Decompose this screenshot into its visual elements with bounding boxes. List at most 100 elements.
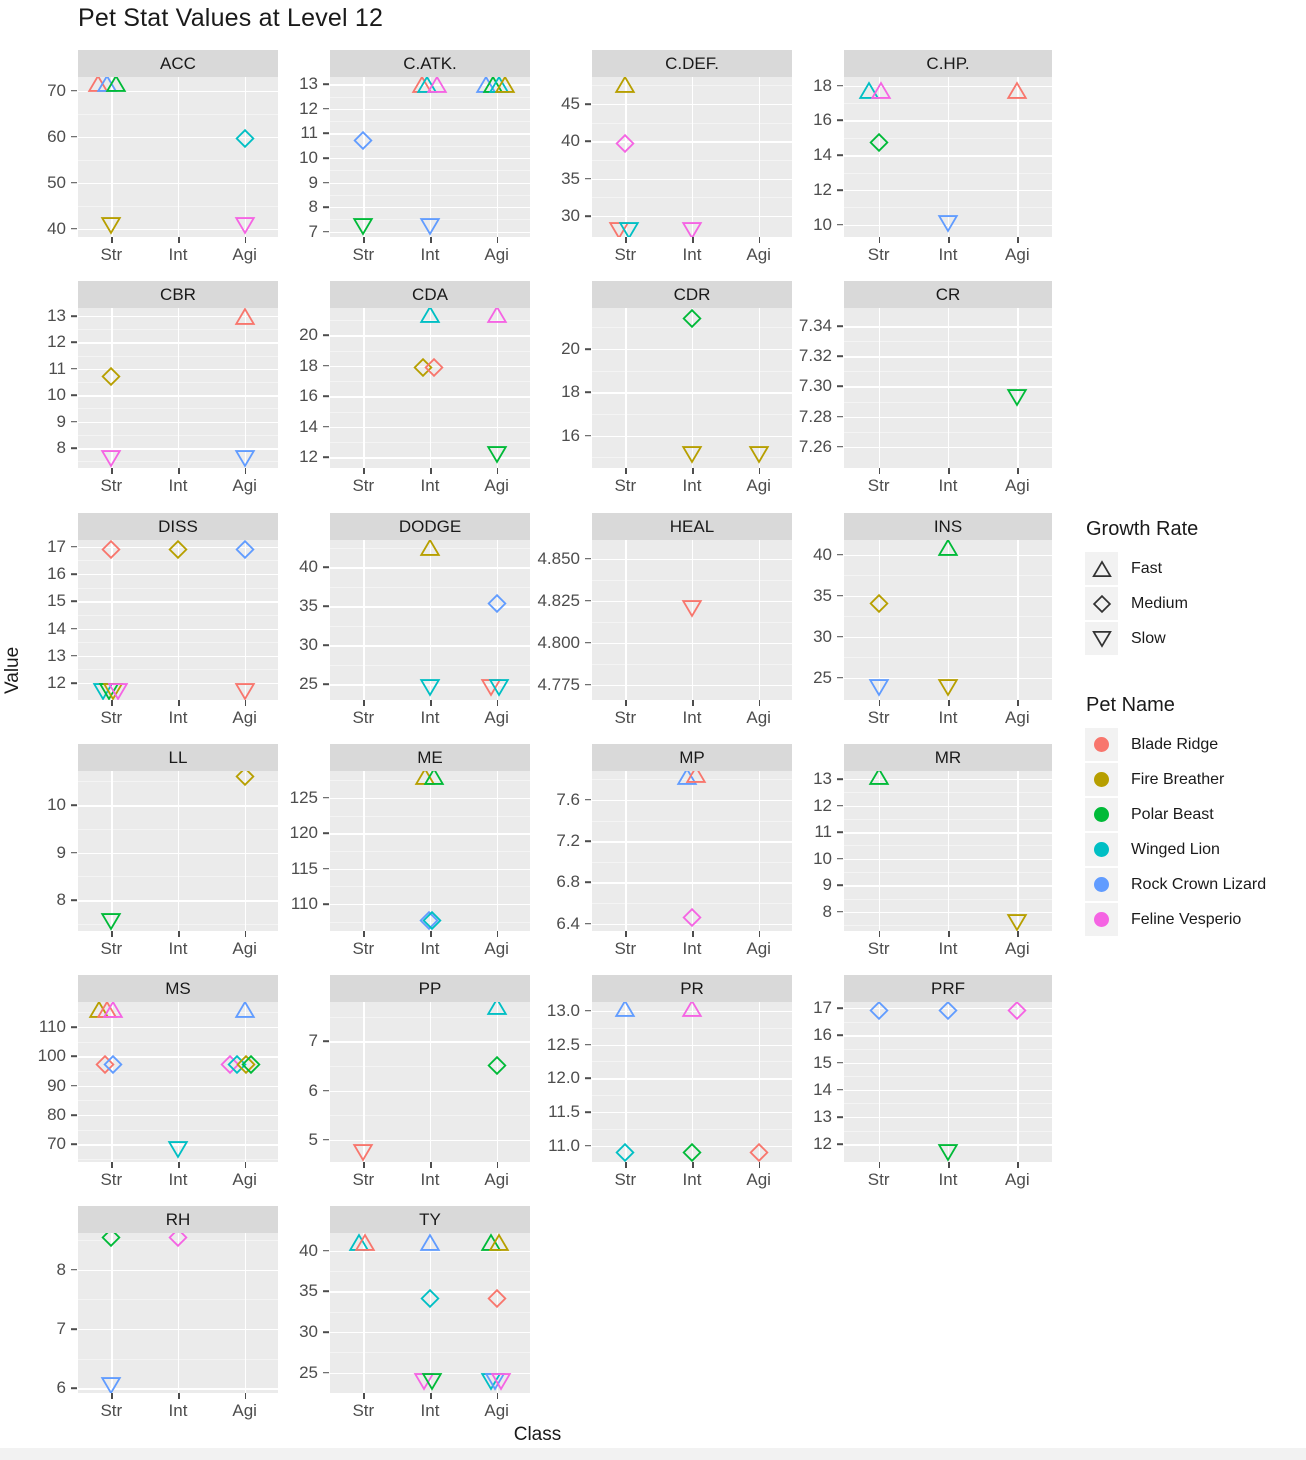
- x-axis-tick-label: Agi: [1005, 708, 1030, 727]
- legend-item-growth-rate[interactable]: Fast: [1085, 551, 1306, 586]
- y-axis-tick-label: 11.5: [548, 1102, 580, 1122]
- y-axis-tick-label: 35: [813, 585, 832, 605]
- y-axis-tick: [71, 447, 77, 449]
- y-axis-tick: [323, 903, 329, 905]
- x-axis-tick: [244, 1162, 247, 1168]
- y-axis-tick-label: 18: [299, 355, 318, 375]
- x-axis-tick-label: Str: [100, 1401, 123, 1420]
- legend-item-growth-rate[interactable]: Medium: [1085, 586, 1306, 621]
- x-axis-tick-label: Str: [352, 476, 375, 495]
- x-axis-tick: [625, 1162, 627, 1168]
- x-axis-tick: [244, 1393, 247, 1399]
- y-axis-tick-label: 30: [299, 635, 318, 655]
- data-point-marker: [1007, 1002, 1028, 1026]
- legend-label: Fast: [1131, 559, 1163, 577]
- x-axis-tick-label: Agi: [484, 1170, 509, 1189]
- y-axis-tick-label: 16: [813, 1025, 832, 1045]
- x-axis-tick: [1017, 237, 1019, 243]
- data-point-marker: [419, 216, 441, 237]
- legend-pet-name: Pet Name Blade Ridge Fire Breather Polar B…: [1085, 694, 1306, 937]
- data-point-marker: [486, 1288, 507, 1314]
- legend-item-pet-name[interactable]: Fire Breather: [1085, 762, 1306, 797]
- x-axis-tick: [878, 1162, 881, 1168]
- y-axis-tick: [323, 605, 329, 608]
- x-axis-tick: [878, 700, 881, 706]
- x-axis-tick-label: Agi: [484, 245, 509, 264]
- color-swatch-icon: [1085, 763, 1118, 796]
- gridline-vertical: [948, 540, 950, 700]
- facet-strip-label: RH: [78, 1206, 278, 1233]
- gridline-vertical: [178, 77, 180, 237]
- plot-area: [844, 308, 1052, 468]
- data-point-marker: [102, 1054, 123, 1080]
- y-axis-tick: [323, 456, 329, 459]
- x-axis-tick-label: Int: [420, 1170, 440, 1189]
- x-axis-tick: [692, 700, 694, 706]
- x-axis-tick: [244, 468, 247, 474]
- x-axis-tick: [178, 700, 180, 706]
- data-point-marker: [868, 1002, 889, 1026]
- data-point-marker: [423, 771, 445, 792]
- gridline-vertical: [625, 1002, 627, 1162]
- data-point-marker: [100, 448, 122, 468]
- y-axis-tick: [837, 189, 843, 191]
- y-axis-tick: [585, 177, 591, 180]
- x-axis-tick-label: Int: [682, 1170, 702, 1189]
- data-point-marker: [105, 77, 127, 99]
- y-axis-tick: [323, 334, 329, 337]
- x-axis-tick: [758, 1162, 761, 1168]
- data-point-marker: [614, 77, 636, 100]
- y-axis-tick-label: 14: [813, 1079, 832, 1099]
- facet-strip-label: HEAL: [592, 513, 792, 540]
- legend-item-pet-name[interactable]: Feline Vesperio: [1085, 902, 1306, 937]
- x-axis-tick: [692, 468, 694, 474]
- data-point-marker: [618, 220, 640, 237]
- x-axis-tick: [430, 1162, 432, 1168]
- x-axis-tick: [111, 700, 113, 706]
- legend-item-pet-name[interactable]: Winged Lion: [1085, 832, 1306, 867]
- gridline-vertical: [878, 540, 881, 700]
- y-axis-tick: [71, 627, 77, 630]
- x-axis-tick-label: Str: [352, 1401, 375, 1420]
- y-axis-tick-label: 14: [813, 145, 832, 165]
- data-point-marker: [868, 771, 890, 792]
- y-axis-tick: [323, 1040, 329, 1043]
- gridline-vertical: [692, 1002, 694, 1162]
- data-point-marker: [486, 444, 508, 468]
- facet-grid: ACC 40 50 60 70 Str Int Agi C.ATK. 7 8 9 10 11 12 13 Str…: [0, 0, 1075, 1420]
- legend-item-growth-rate[interactable]: Slow: [1085, 621, 1306, 656]
- gridline-vertical: [496, 771, 499, 931]
- x-axis-tick: [178, 931, 180, 937]
- x-axis-tick: [692, 931, 694, 937]
- facet-strip-label: ME: [330, 744, 530, 771]
- data-point-marker: [1006, 912, 1028, 931]
- plot-area: [330, 1233, 530, 1393]
- y-axis-tick: [71, 394, 77, 397]
- x-axis-tick-label: Int: [168, 939, 188, 958]
- y-axis-tick-label: 70: [47, 80, 66, 100]
- data-point-marker: [102, 1002, 124, 1025]
- y-axis-tick-label: 12: [299, 98, 318, 118]
- y-axis-tick-label: 35: [299, 1281, 318, 1301]
- y-axis-tick: [71, 1114, 77, 1116]
- y-axis-tick: [585, 1111, 591, 1113]
- x-axis-tick: [878, 931, 881, 937]
- facet-strip-label: LL: [78, 744, 278, 771]
- y-axis-tick: [71, 899, 77, 901]
- legend-item-pet-name[interactable]: Blade Ridge: [1085, 727, 1306, 762]
- y-axis-tick: [71, 181, 77, 184]
- x-axis-tick: [692, 1162, 694, 1168]
- legend-item-pet-name[interactable]: Polar Beast: [1085, 797, 1306, 832]
- y-axis-tick-label: 17: [813, 997, 832, 1017]
- facet-panel-ll: LL 8 9 10 Str Int Agi: [47, 744, 278, 958]
- legend-title-growth-rate: Growth Rate: [1086, 518, 1199, 540]
- legend-item-pet-name[interactable]: Rock Crown Lizard: [1085, 867, 1306, 902]
- gridline-vertical: [363, 1002, 365, 1162]
- color-swatch-icon: [1085, 798, 1118, 831]
- x-axis-tick-label: Int: [938, 245, 958, 264]
- y-axis-tick: [71, 1268, 77, 1271]
- gridline-vertical: [111, 771, 113, 931]
- x-axis-tick: [430, 700, 432, 706]
- legend-label: Winged Lion: [1131, 840, 1220, 858]
- y-axis-tick: [323, 206, 329, 208]
